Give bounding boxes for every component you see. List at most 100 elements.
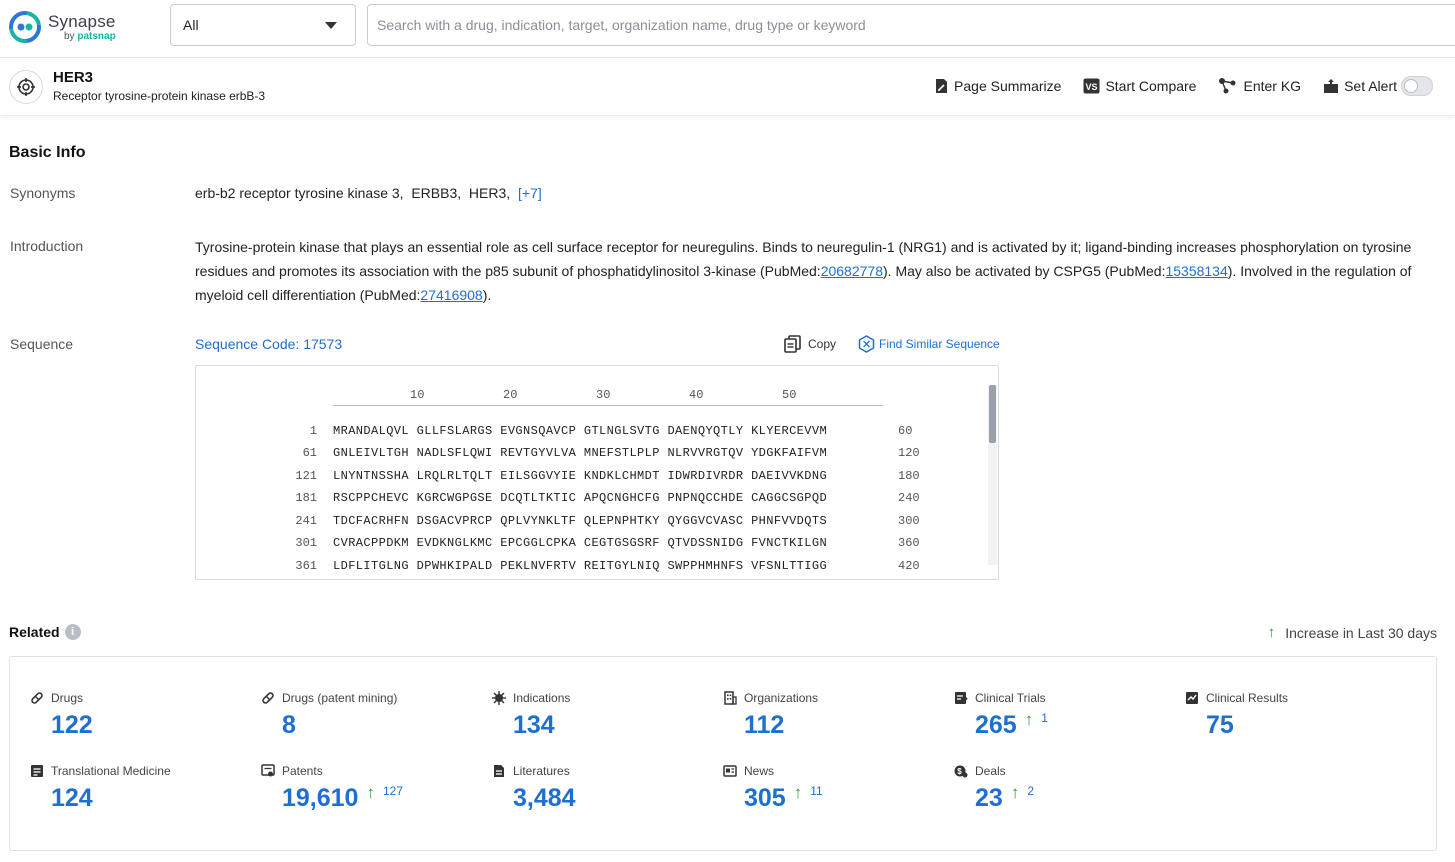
page-summarize-button[interactable]: Page Summarize (934, 78, 1061, 94)
stat-increase: ↑1 (1025, 711, 1048, 728)
increase-legend: ↑ Increase in Last 30 days (1268, 624, 1437, 641)
stat-patents[interactable]: Patents 19,610↑127 (261, 764, 481, 813)
stat-clinical-results[interactable]: Clinical Results 75 (1185, 691, 1405, 740)
stat-translational-medicine[interactable]: Translational Medicine 124 (30, 764, 250, 813)
sequence-residues: MRANDALQVL GLLFSLARGS EVGNSQAVCP GTLNGLS… (333, 424, 827, 438)
compare-icon: VS (1083, 78, 1100, 94)
pubmed-link[interactable]: 20682778 (821, 263, 883, 279)
related-heading: Related i (9, 624, 81, 640)
sequence-scrollbar[interactable] (988, 385, 997, 565)
sequence-code-link[interactable]: Sequence Code: 17573 (195, 336, 342, 352)
stat-label: Indications (513, 691, 570, 705)
sequence-ruler: 10 20 30 40 50 (333, 388, 883, 406)
logo-maker: patsnap (77, 31, 115, 42)
copy-label: Copy (808, 337, 836, 351)
start-compare-button[interactable]: VS Start Compare (1083, 78, 1196, 94)
stat-organizations[interactable]: Organizations 112 (723, 691, 943, 740)
stat-drugs[interactable]: Drugs 122 (30, 691, 250, 740)
stat-deals[interactable]: $Deals 23↑2 (954, 764, 1174, 813)
sequence-start: 361 (196, 559, 317, 573)
search-input[interactable] (367, 4, 1455, 46)
stat-increase: ↑127 (366, 784, 403, 801)
ruler-tick: 10 (410, 388, 424, 402)
sequence-start: 181 (196, 491, 317, 505)
sequence-end: 240 (898, 491, 920, 505)
stat-value[interactable]: 3,484 (513, 784, 576, 813)
virus-icon (492, 691, 506, 705)
ruler-tick: 40 (689, 388, 703, 402)
page-summarize-label: Page Summarize (954, 78, 1061, 94)
stat-value[interactable]: 19,610 (282, 784, 358, 813)
toggle-knob (1404, 79, 1418, 93)
stat-value[interactable]: 8 (282, 711, 296, 740)
synapse-logo-icon (8, 10, 42, 44)
arrow-up-icon: ↑ (794, 784, 803, 801)
stat-label: Translational Medicine (51, 764, 171, 778)
stat-value[interactable]: 122 (51, 711, 93, 740)
svg-text:$: $ (957, 767, 962, 776)
increase-legend-label: Increase in Last 30 days (1285, 625, 1437, 641)
sequence-start: 1 (196, 424, 317, 438)
copy-icon (784, 335, 802, 353)
top-bar: Synapse by patsnap All (0, 0, 1455, 58)
entity-header: HER3 Receptor tyrosine-protein kinase er… (0, 58, 1455, 116)
svg-text:VS: VS (1086, 82, 1098, 92)
enter-kg-button[interactable]: Enter KG (1218, 77, 1301, 95)
copy-sequence-button[interactable]: Copy (784, 335, 836, 353)
stat-label: Drugs (patent mining) (282, 691, 397, 705)
sequence-label: Sequence (10, 336, 73, 352)
stat-value[interactable]: 265 (975, 711, 1017, 740)
stat-news[interactable]: News 305↑11 (723, 764, 943, 813)
deals-icon: $ (954, 764, 968, 778)
synapse-logo[interactable]: Synapse by patsnap (8, 10, 116, 44)
graph-icon (1218, 77, 1238, 95)
synonyms-more-link[interactable]: [+7] (518, 185, 542, 201)
sequence-start: 301 (196, 536, 317, 550)
introduction-label: Introduction (10, 238, 83, 254)
stat-label: Organizations (744, 691, 818, 705)
stat-increase-value: 1 (1041, 711, 1048, 725)
stat-increase: ↑11 (794, 784, 823, 801)
synonyms-label: Synonyms (10, 185, 75, 201)
summarize-icon (934, 78, 949, 94)
pubmed-link[interactable]: 15358134 (1165, 263, 1227, 279)
stat-value[interactable]: 23 (975, 784, 1003, 813)
stat-increase: ↑2 (1011, 784, 1034, 801)
stat-clinical-trials[interactable]: Clinical Trials 265 ↑1 (954, 691, 1174, 740)
set-alert-button[interactable]: Set Alert (1323, 76, 1433, 96)
start-compare-label: Start Compare (1105, 78, 1196, 94)
stat-label: Drugs (51, 691, 83, 705)
stat-value[interactable]: 75 (1206, 711, 1234, 740)
pubmed-link[interactable]: 27416908 (420, 287, 482, 303)
find-similar-label: Find Similar Sequence (879, 337, 1000, 351)
sequence-end: 120 (898, 446, 920, 460)
stat-literatures[interactable]: Literatures 3,484 (492, 764, 712, 813)
find-similar-sequence-button[interactable]: Find Similar Sequence (858, 335, 1000, 353)
sequence-residues: RSCPPCHEVC KGRCWGPGSE DCQTLTKTIC APQCNGH… (333, 491, 827, 505)
results-icon (1185, 691, 1199, 705)
set-alert-label: Set Alert (1344, 78, 1397, 94)
info-icon[interactable]: i (65, 624, 81, 640)
stat-value[interactable]: 134 (513, 711, 555, 740)
ruler-tick: 30 (596, 388, 610, 402)
sequence-residues: LNYNTNSSHA LRQLRLTQLT EILSGGVYIE KNDKLCH… (333, 469, 827, 483)
stat-value[interactable]: 305 (744, 784, 786, 813)
logo-name: Synapse (48, 13, 116, 30)
news-icon (723, 764, 737, 778)
sequence-end: 300 (898, 514, 920, 528)
sequence-viewer[interactable]: 10 20 30 40 50 1 MRANDALQVL GLLFSLARGS EV… (195, 365, 999, 580)
enter-kg-label: Enter KG (1243, 78, 1301, 94)
sequence-start: 241 (196, 514, 317, 528)
alert-icon (1323, 78, 1339, 94)
stat-label: Clinical Trials (975, 691, 1046, 705)
stat-value[interactable]: 112 (744, 711, 784, 740)
set-alert-toggle[interactable] (1401, 76, 1433, 96)
ruler-tick: 20 (503, 388, 517, 402)
stat-value[interactable]: 124 (51, 784, 93, 813)
search-scope-select[interactable]: All (170, 4, 356, 46)
related-title: Related (9, 624, 60, 640)
arrow-up-icon: ↑ (1268, 624, 1276, 641)
stat-drugs-patent-mining[interactable]: Drugs (patent mining) 8 (261, 691, 481, 740)
scrollbar-thumb[interactable] (989, 385, 996, 443)
stat-indications[interactable]: Indications 134 (492, 691, 712, 740)
